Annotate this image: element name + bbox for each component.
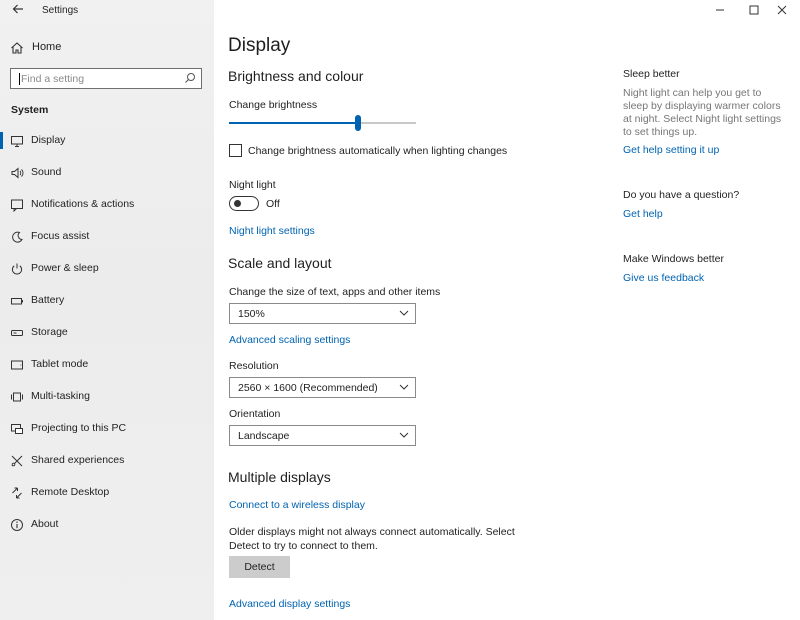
sidebar-item-sound[interactable]: Sound xyxy=(0,160,214,186)
resolution-dropdown-value: 2560 × 1600 (Recommended) xyxy=(238,382,378,394)
close-icon[interactable] xyxy=(772,2,792,18)
storage-icon xyxy=(11,330,23,336)
resolution-dropdown[interactable]: 2560 × 1600 (Recommended) xyxy=(229,377,416,398)
brightness-heading: Brightness and colour xyxy=(228,68,364,84)
sidebar-item-label: Focus assist xyxy=(31,230,90,242)
multitasking-icon xyxy=(11,392,23,402)
sidebar-item-storage[interactable]: Storage xyxy=(0,320,214,346)
night-light-settings-link[interactable]: Night light settings xyxy=(229,225,315,237)
advanced-scaling-link[interactable]: Advanced scaling settings xyxy=(229,334,350,346)
sidebar-item-label: Tablet mode xyxy=(31,358,89,370)
projecting-icon xyxy=(11,424,23,434)
search-input[interactable]: Find a setting xyxy=(10,68,202,89)
detect-description-line2: Detect to try to connect to them. xyxy=(229,540,378,552)
search-placeholder: Find a setting xyxy=(21,73,85,85)
sidebar-item-tablet-mode[interactable]: Tablet mode xyxy=(0,352,214,378)
sidebar-item-label: Notifications & actions xyxy=(31,198,135,210)
night-light-toggle[interactable] xyxy=(229,196,259,211)
sleep-text-line: sleep by displaying warmer colors xyxy=(623,100,781,112)
sidebar-item-label: Shared experiences xyxy=(31,454,125,466)
sidebar-item-label: Home xyxy=(32,41,62,53)
speaker-icon xyxy=(11,167,24,179)
title-bar: Settings xyxy=(0,0,214,22)
night-light-label: Night light xyxy=(229,179,276,191)
monitor-icon xyxy=(11,136,23,147)
sidebar-item-about[interactable]: About xyxy=(0,512,214,538)
sidebar-item-multi-tasking[interactable]: Multi-tasking xyxy=(0,384,214,410)
brightness-slider-thumb[interactable] xyxy=(355,115,362,131)
remote-desktop-icon xyxy=(12,487,22,499)
sidebar-item-remote-desktop[interactable]: Remote Desktop xyxy=(0,480,214,506)
sidebar-item-label: Multi-tasking xyxy=(31,390,90,402)
multiple-displays-heading: Multiple displays xyxy=(228,469,331,485)
auto-brightness-label: Change brightness automatically when lig… xyxy=(248,145,508,157)
sidebar-item-focus-assist[interactable]: Focus assist xyxy=(0,224,214,250)
sidebar-item-label: Display xyxy=(31,134,66,146)
get-help-link[interactable]: Get help xyxy=(623,208,663,220)
get-help-setup-link[interactable]: Get help setting it up xyxy=(623,144,719,156)
toggle-knob xyxy=(234,200,241,207)
info-icon xyxy=(11,519,23,531)
sleep-text-line: at night. Select Night light settings xyxy=(623,113,782,125)
sidebar-item-power-sleep[interactable]: Power & sleep xyxy=(0,256,214,282)
brightness-slider-fill xyxy=(229,122,359,124)
search-icon[interactable] xyxy=(184,72,196,84)
sidebar: Settings Home Find a setting System Disp… xyxy=(0,0,214,620)
active-indicator xyxy=(0,132,3,149)
app-title: Settings xyxy=(42,5,79,16)
moon-icon xyxy=(12,231,23,243)
sidebar-item-shared-experiences[interactable]: Shared experiences xyxy=(0,448,214,474)
scale-heading: Scale and layout xyxy=(228,255,332,271)
sidebar-item-notifications-actions[interactable]: Notifications & actions xyxy=(0,192,214,218)
sidebar-item-display[interactable]: Display xyxy=(0,128,214,154)
sleep-better-heading: Sleep better xyxy=(623,68,680,80)
sidebar-item-label: Storage xyxy=(31,326,68,338)
brightness-slider-label: Change brightness xyxy=(229,99,318,111)
feedback-link[interactable]: Give us feedback xyxy=(623,272,704,284)
sidebar-item-label: Remote Desktop xyxy=(31,486,110,498)
maximize-icon[interactable] xyxy=(744,2,764,18)
home-icon xyxy=(11,42,23,54)
minimize-icon[interactable] xyxy=(710,2,730,18)
text-size-label: Change the size of text, apps and other … xyxy=(229,286,441,298)
detect-description-line1: Older displays might not always connect … xyxy=(229,526,515,538)
auto-brightness-checkbox[interactable] xyxy=(229,144,242,157)
question-heading: Do you have a question? xyxy=(623,189,740,201)
sleep-better-text: Night light can help you get to sleep by… xyxy=(623,87,783,139)
sidebar-item-label: About xyxy=(31,518,59,530)
resolution-label: Resolution xyxy=(229,360,279,372)
sidebar-item-label: Battery xyxy=(31,294,65,306)
chevron-down-icon xyxy=(399,384,409,390)
detect-button[interactable]: Detect xyxy=(229,556,290,578)
scale-dropdown-value: 150% xyxy=(238,308,265,320)
orientation-dropdown[interactable]: Landscape xyxy=(229,425,416,446)
chevron-down-icon xyxy=(399,432,409,438)
tablet-icon xyxy=(11,360,23,370)
orientation-label: Orientation xyxy=(229,408,281,420)
orientation-dropdown-value: Landscape xyxy=(238,430,290,442)
chevron-down-icon xyxy=(399,310,409,316)
sidebar-item-label: Power & sleep xyxy=(31,262,99,274)
scale-dropdown[interactable]: 150% xyxy=(229,303,416,324)
sidebar-item-home[interactable]: Home xyxy=(0,38,214,60)
advanced-display-link[interactable]: Advanced display settings xyxy=(229,598,350,610)
sidebar-item-projecting-to-this-pc[interactable]: Projecting to this PC xyxy=(0,416,214,442)
page-title: Display xyxy=(228,35,291,56)
sleep-text-line: Night light can help you get to xyxy=(623,87,762,99)
sidebar-item-label: Sound xyxy=(31,166,62,178)
battery-icon xyxy=(11,298,23,305)
back-arrow-icon xyxy=(12,4,23,14)
wireless-display-link[interactable]: Connect to a wireless display xyxy=(229,499,365,511)
shared-icon xyxy=(11,455,23,467)
power-icon xyxy=(11,263,23,275)
notification-icon xyxy=(11,199,23,212)
night-light-state: Off xyxy=(266,198,280,210)
sidebar-item-label: Projecting to this PC xyxy=(31,422,127,434)
sleep-text-line: to set things up. xyxy=(623,126,698,138)
text-caret xyxy=(19,73,20,85)
back-button[interactable] xyxy=(9,2,27,20)
feedback-heading: Make Windows better xyxy=(623,253,724,265)
sidebar-item-battery[interactable]: Battery xyxy=(0,288,214,314)
sidebar-section-label: System xyxy=(11,104,49,116)
